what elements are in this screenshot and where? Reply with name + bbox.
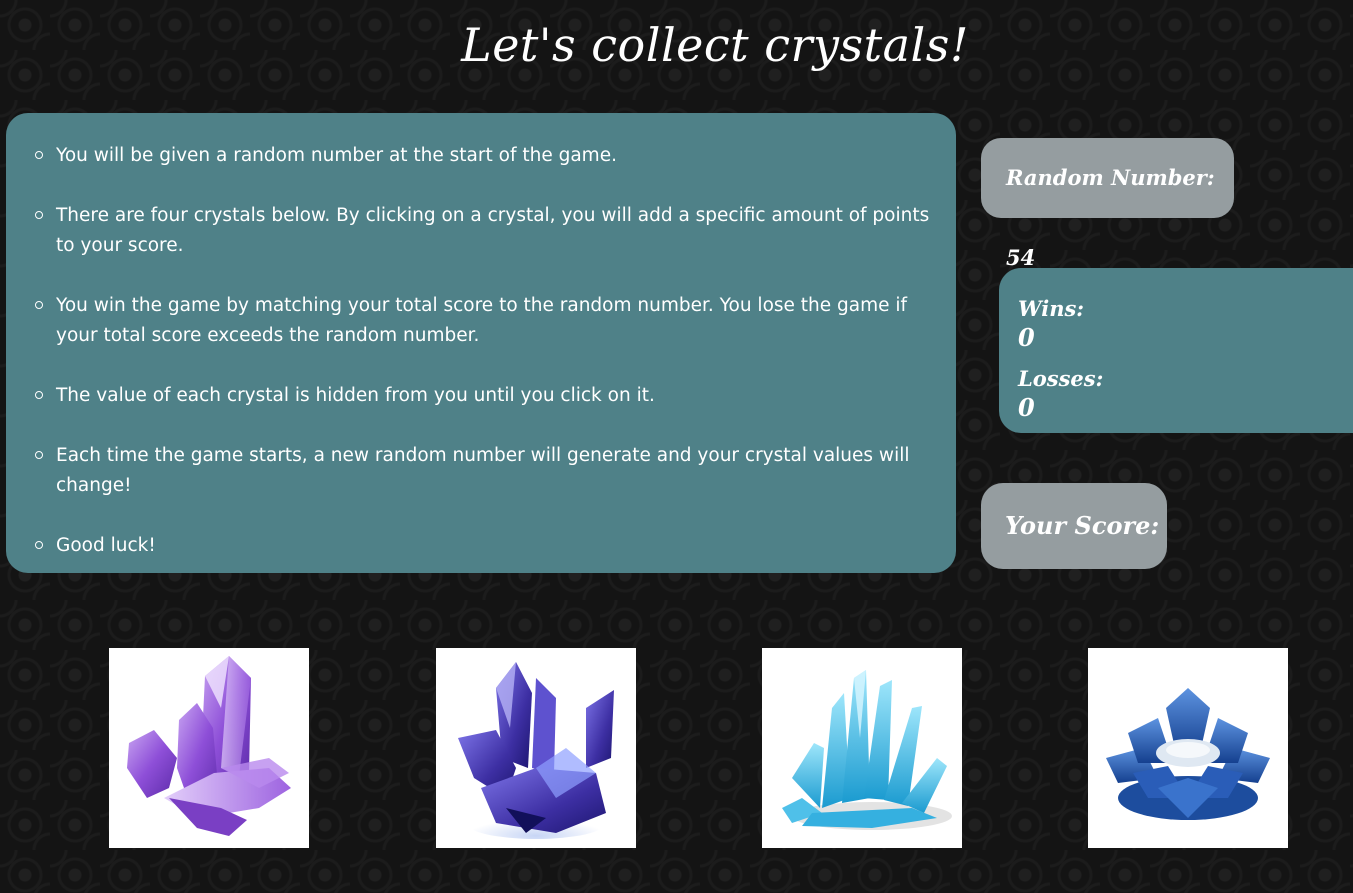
losses-label: Losses:: [1018, 366, 1104, 391]
circle-bullet-icon: [35, 301, 43, 309]
instructions-panel: You will be given a random number at the…: [6, 113, 956, 573]
instruction-item: You will be given a random number at the…: [35, 141, 936, 171]
instruction-item: Each time the game starts, a new random …: [35, 441, 936, 501]
instruction-item: The value of each crystal is hidden from…: [35, 381, 936, 411]
circle-bullet-icon: [35, 451, 43, 459]
crystal-button-violet[interactable]: [436, 648, 636, 848]
circle-bullet-icon: [35, 151, 43, 159]
wins-label: Wins:: [1018, 296, 1085, 321]
instruction-text: There are four crystals below. By clicki…: [56, 205, 930, 256]
purple-crystal-icon: [127, 656, 291, 836]
blue-lotus-crystal-icon: [1106, 688, 1270, 820]
instruction-text: You win the game by matching your total …: [56, 295, 908, 346]
instruction-text: Good luck!: [56, 535, 156, 556]
random-number-label: Random Number: 54: [1006, 165, 1215, 270]
instruction-item: You win the game by matching your total …: [35, 291, 936, 351]
instructions-list: You will be given a random number at the…: [35, 141, 936, 561]
instruction-item: There are four crystals below. By clicki…: [35, 201, 936, 261]
instruction-item: Good luck!: [35, 531, 936, 561]
instruction-text: Each time the game starts, a new random …: [56, 445, 910, 496]
page-title: Let's collect crystals!: [461, 18, 969, 72]
instruction-text: You will be given a random number at the…: [56, 145, 617, 166]
aqua-crystal-icon: [782, 670, 952, 830]
crystal-button-aqua[interactable]: [762, 648, 962, 848]
circle-bullet-icon: [35, 541, 43, 549]
score-label: Your Score:: [1005, 511, 1160, 540]
circle-bullet-icon: [35, 391, 43, 399]
violet-crystal-icon: [458, 662, 614, 839]
losses-value: 0: [1018, 393, 1035, 422]
random-number-box: Random Number: 54: [981, 138, 1234, 270]
instruction-text: The value of each crystal is hidden from…: [56, 385, 655, 406]
score-box: Your Score:: [981, 483, 1167, 569]
circle-bullet-icon: [35, 211, 43, 219]
wins-value: 0: [1018, 323, 1035, 352]
stats-panel: Wins: 0 Losses: 0: [999, 268, 1353, 433]
crystal-button-blue-lotus[interactable]: [1088, 648, 1288, 848]
crystal-button-purple[interactable]: [109, 648, 309, 848]
